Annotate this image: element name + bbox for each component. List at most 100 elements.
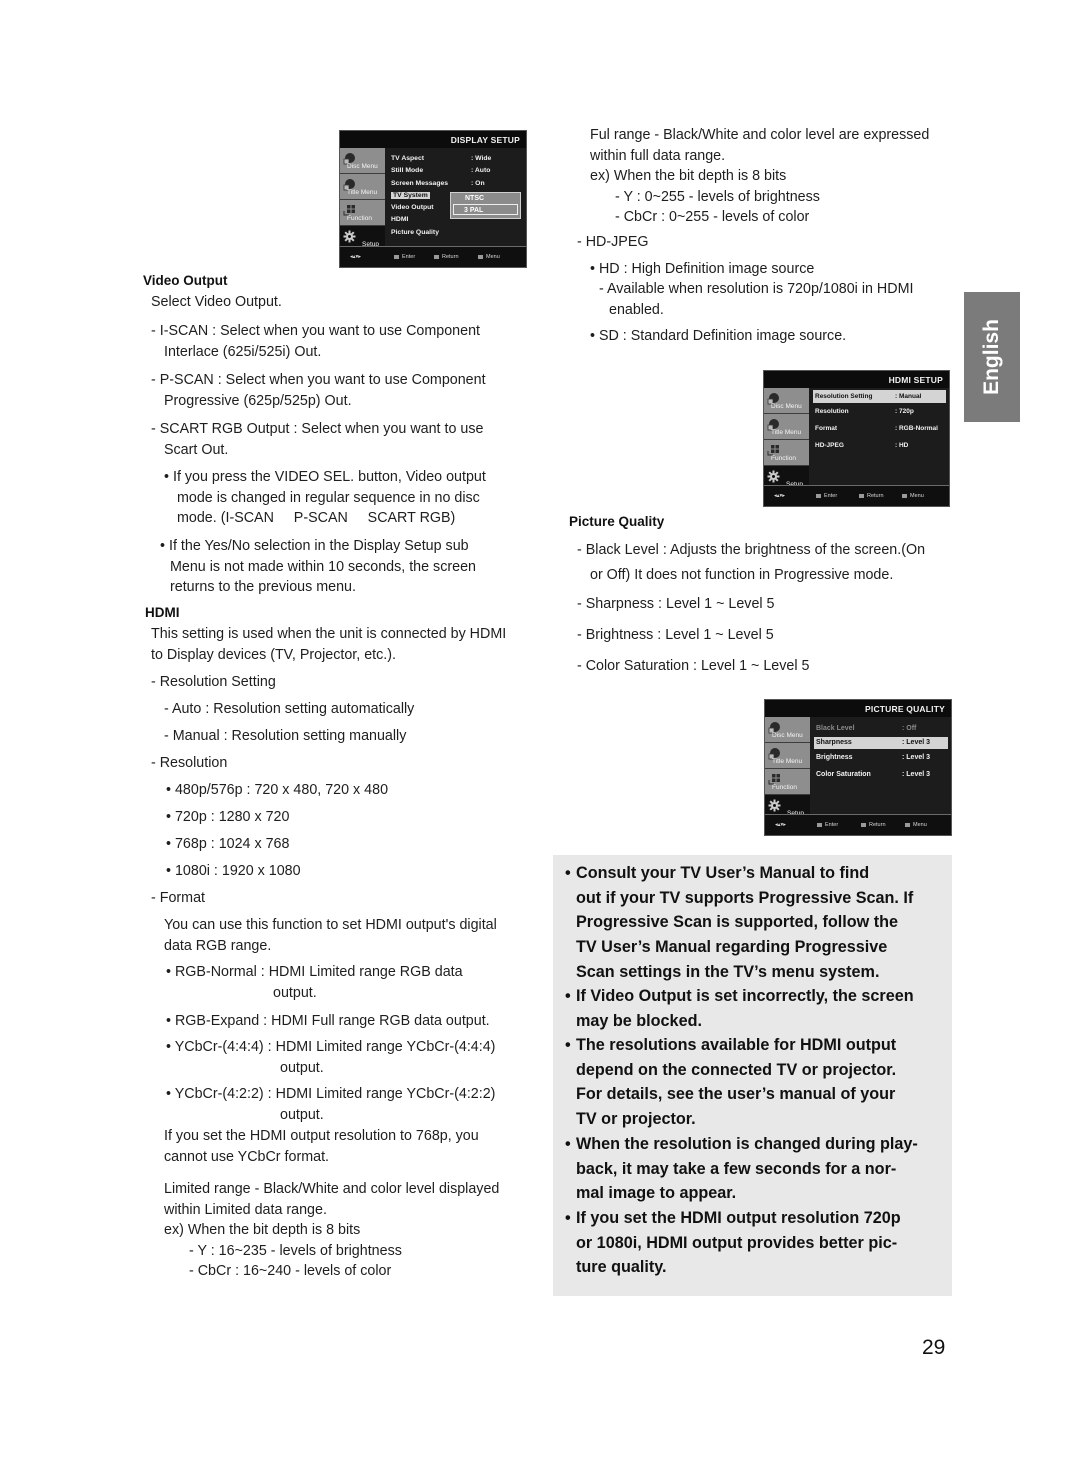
hdmi-setup-menu-screenshot: HDMI SETUP Disc Menu Title Menu Function… bbox=[763, 370, 950, 507]
menu-row: Screen Messages: On bbox=[391, 179, 485, 187]
hdmi-heading: HDMI bbox=[145, 605, 180, 620]
sidebar-tab-title-menu: Title Menu bbox=[765, 743, 810, 769]
pscan-item: - P-SCAN : Select when you want to use C… bbox=[151, 372, 486, 409]
bullet: • bbox=[565, 1036, 571, 1054]
note-video-output: • If Video Output is set incorrectly, th… bbox=[565, 984, 914, 1033]
sidebar-tab-title-menu: Title Menu bbox=[340, 174, 385, 200]
resolution-480p: • 480p/576p : 720 x 480, 720 x 480 bbox=[166, 782, 389, 798]
note-progressive-scan: • Consult your TV User’s Manual to find … bbox=[565, 861, 913, 985]
menu-row-disabled: Black Level: Off bbox=[816, 725, 917, 732]
display-setup-menu-screenshot: DISPLAY SETUP Disc Menu Title Menu Funct… bbox=[339, 130, 527, 268]
sidebar-tab-function: Function bbox=[340, 200, 385, 226]
menu-footer: ◂▴▾▸ Enter Return Menu bbox=[765, 814, 951, 835]
sidebar-tab-function: Function bbox=[764, 440, 809, 466]
menu-title: DISPLAY SETUP bbox=[340, 131, 526, 148]
gear-icon bbox=[768, 799, 781, 812]
bullet: • bbox=[565, 987, 571, 1005]
video-output-intro: Select Video Output. bbox=[151, 294, 282, 310]
menu-row: Format: RGB-Normal bbox=[815, 425, 938, 432]
hd-jpeg-label: - HD-JPEG bbox=[577, 234, 649, 250]
format-rgb-expand: • RGB-Expand : HDMI Full range RGB data … bbox=[166, 1013, 490, 1029]
menu-sidebar: Disc Menu Title Menu Function Setup bbox=[765, 717, 810, 821]
menu-row: Resolution: 720p bbox=[815, 408, 914, 415]
hd-jpeg-sd: • SD : Standard Definition image source. bbox=[590, 328, 847, 344]
menu-title: HDMI SETUP bbox=[764, 371, 949, 388]
menu-sidebar: Disc Menu Title Menu Function Setup bbox=[340, 148, 385, 252]
iscan-item: - I-SCAN : Select when you want to use C… bbox=[151, 323, 480, 360]
color-saturation-item: - Color Saturation : Level 1 ~ Level 5 bbox=[577, 658, 810, 674]
format-rgb-normal: • RGB-Normal : HDMI Limited range RGB da… bbox=[166, 964, 463, 1001]
popup-option-selected: 3 PAL bbox=[453, 204, 518, 215]
sidebar-tab-disc-menu: Disc Menu bbox=[764, 388, 809, 414]
video-sel-note: • If you press the VIDEO SEL. button, Vi… bbox=[164, 469, 486, 526]
menu-icon bbox=[902, 493, 907, 498]
bullet: • bbox=[565, 1135, 571, 1153]
note-720p-1080i: • If you set the HDMI output resolution … bbox=[565, 1206, 901, 1280]
menu-sidebar: Disc Menu Title Menu Function Setup bbox=[764, 388, 809, 492]
gear-icon bbox=[767, 470, 780, 483]
limited-range-note: Limited range - Black/White and color le… bbox=[164, 1181, 500, 1279]
hd-jpeg-hd: • HD : High Definition image source bbox=[590, 261, 815, 277]
hd-jpeg-hd-availability: - Available when resolution is 720p/1080… bbox=[599, 281, 914, 318]
enter-icon bbox=[394, 254, 399, 259]
resolution-manual: - Manual : Resolution setting manually bbox=[164, 728, 407, 744]
hdmi-intro: This setting is used when the unit is co… bbox=[151, 626, 507, 663]
format-ycbcr-422: • YCbCr-(4:2:2) : HDMI Limited range YCb… bbox=[166, 1086, 496, 1123]
ycbcr-768p-note: If you set the HDMI output resolution to… bbox=[164, 1128, 479, 1165]
format-description: You can use this function to set HDMI ou… bbox=[164, 917, 497, 954]
nav-arrows-icon: ◂▴▾▸ bbox=[350, 254, 362, 260]
sidebar-tab-title-menu: Title Menu bbox=[764, 414, 809, 440]
menu-row: Brightness: Level 3 bbox=[816, 754, 931, 761]
picture-quality-heading: Picture Quality bbox=[569, 514, 665, 529]
note-hdmi-resolutions: • The resolutions available for HDMI out… bbox=[565, 1033, 896, 1132]
bullet: • bbox=[565, 864, 571, 882]
menu-footer: ◂▴▾▸ Enter Return Menu bbox=[340, 246, 526, 267]
format-label: - Format bbox=[151, 890, 206, 906]
yes-no-note: • If the Yes/No selection in the Display… bbox=[160, 538, 476, 595]
gear-icon bbox=[343, 230, 356, 243]
menu-row: Picture Quality bbox=[391, 228, 439, 236]
return-icon bbox=[861, 822, 866, 827]
menu-row: Still Mode: Auto bbox=[391, 167, 491, 175]
menu-row: HD-JPEG: HD bbox=[815, 442, 909, 449]
menu-rows: Resolution Setting: Manual Resolution: 7… bbox=[813, 390, 946, 454]
resolution-1080i: • 1080i : 1920 x 1080 bbox=[166, 863, 301, 879]
picture-quality-menu-screenshot: PICTURE QUALITY Disc Menu Title Menu Fun… bbox=[764, 699, 952, 836]
menu-icon bbox=[905, 822, 910, 827]
bullet: • bbox=[565, 1209, 571, 1227]
resolution-auto: - Auto : Resolution setting automaticall… bbox=[164, 701, 415, 717]
sidebar-tab-function: Function bbox=[765, 769, 810, 795]
menu-rows: Black Level: Off Sharpness: Level 3 Brig… bbox=[814, 721, 948, 783]
return-icon bbox=[434, 254, 439, 259]
popup-option: NTSC bbox=[465, 195, 485, 202]
tv-system-popup: NTSC 3 PAL bbox=[450, 192, 521, 219]
format-ycbcr-444: • YCbCr-(4:4:4) : HDMI Limited range YCb… bbox=[166, 1039, 496, 1076]
language-tab: English bbox=[964, 292, 1020, 422]
menu-row-selected: Sharpness: Level 3 bbox=[814, 737, 948, 749]
sidebar-tab-disc-menu: Disc Menu bbox=[765, 717, 810, 743]
sharpness-item: - Sharpness : Level 1 ~ Level 5 bbox=[577, 596, 775, 612]
scart-item: - SCART RGB Output : Select when you wan… bbox=[151, 421, 484, 458]
page-number: 29 bbox=[922, 1336, 946, 1359]
return-icon bbox=[859, 493, 864, 498]
menu-title: PICTURE QUALITY bbox=[765, 700, 951, 717]
resolution-label: - Resolution bbox=[151, 755, 228, 771]
menu-icon bbox=[478, 254, 483, 259]
full-range-note: Ful range - Black/White and color level … bbox=[590, 127, 930, 225]
brightness-item: - Brightness : Level 1 ~ Level 5 bbox=[577, 627, 774, 643]
resolution-setting-label: - Resolution Setting bbox=[151, 674, 276, 690]
enter-icon bbox=[817, 822, 822, 827]
nav-arrows-icon: ◂▴▾▸ bbox=[775, 822, 787, 828]
menu-row: Color Saturation: Level 3 bbox=[816, 771, 931, 778]
menu-row: TV Aspect: Wide bbox=[391, 155, 492, 162]
sidebar-tab-disc-menu: Disc Menu bbox=[340, 148, 385, 174]
resolution-720p: • 720p : 1280 x 720 bbox=[166, 809, 290, 825]
video-output-heading: Video Output bbox=[143, 273, 228, 288]
menu-row-selected: Resolution Setting: Manual bbox=[813, 390, 946, 403]
black-level-item: - Black Level : Adjusts the brightness o… bbox=[577, 542, 926, 583]
menu-footer: ◂▴▾▸ Enter Return Menu bbox=[764, 485, 949, 506]
note-resolution-change: • When the resolution is changed during … bbox=[565, 1132, 918, 1206]
resolution-768p: • 768p : 1024 x 768 bbox=[166, 836, 290, 852]
nav-arrows-icon: ◂▴▾▸ bbox=[774, 493, 786, 499]
enter-icon bbox=[816, 493, 821, 498]
